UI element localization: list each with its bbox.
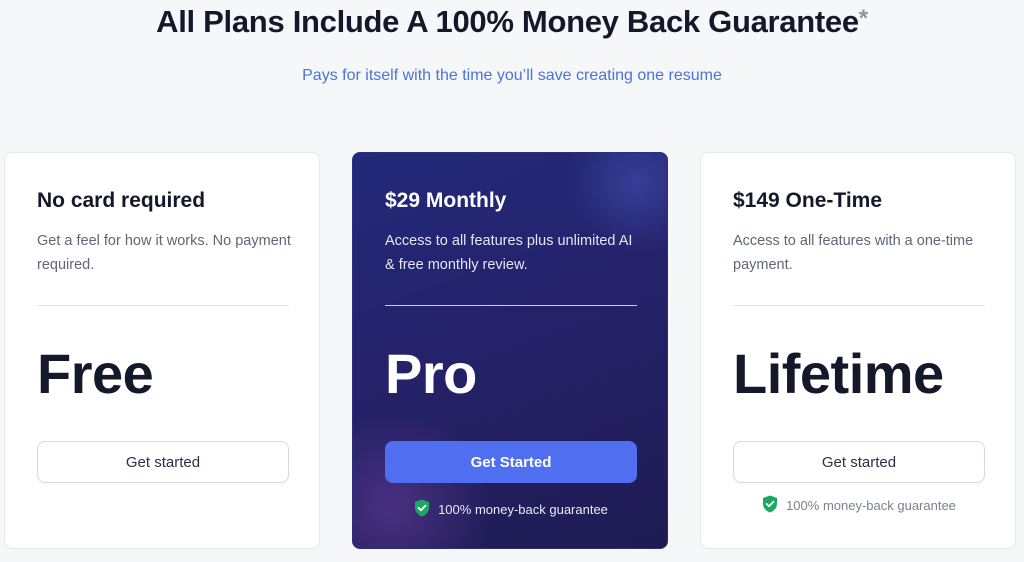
plan-name: $29 Monthly (385, 189, 507, 212)
plan-description: Get a feel for how it works. No payment … (37, 233, 291, 273)
page-title-asterisk: * (858, 5, 868, 32)
shield-check-icon (762, 495, 778, 516)
guarantee-text: 100% money-back guarantee (438, 502, 608, 517)
plan-name: No card required (37, 189, 206, 212)
plan-card-free: No card required Get a feel for how it w… (4, 152, 320, 549)
get-started-button-lifetime[interactable]: Get started (733, 441, 985, 483)
page-title-text: All Plans Include A 100% Money Back Guar… (156, 4, 859, 39)
get-started-button-free[interactable]: Get started (37, 441, 289, 483)
plan-divider (733, 305, 985, 306)
plan-description: Access to all features plus unlimited AI… (385, 233, 633, 273)
plan-name: $149 One-Time (733, 189, 883, 212)
plan-divider (385, 305, 637, 306)
plan-divider (37, 305, 289, 306)
guarantee-text: 100% money-back guarantee (786, 498, 956, 513)
page-subtitle: Pays for itself with the time you’ll sav… (302, 67, 722, 84)
plan-card-pro: $29 Monthly Access to all features plus … (352, 152, 668, 549)
money-back-guarantee: 100% money-back guarantee (733, 495, 985, 516)
plan-description: Access to all features with a one-time p… (733, 233, 974, 273)
shield-check-icon (414, 499, 430, 520)
plan-tier: Lifetime (733, 342, 944, 405)
plan-tier: Pro (385, 342, 477, 405)
money-back-guarantee: 100% money-back guarantee (385, 499, 637, 520)
plan-tier: Free (37, 342, 154, 405)
page-title: All Plans Include A 100% Money Back Guar… (0, 4, 1024, 40)
plan-card-lifetime: $149 One-Time Access to all features wit… (700, 152, 1016, 549)
get-started-button-pro[interactable]: Get Started (385, 441, 637, 483)
